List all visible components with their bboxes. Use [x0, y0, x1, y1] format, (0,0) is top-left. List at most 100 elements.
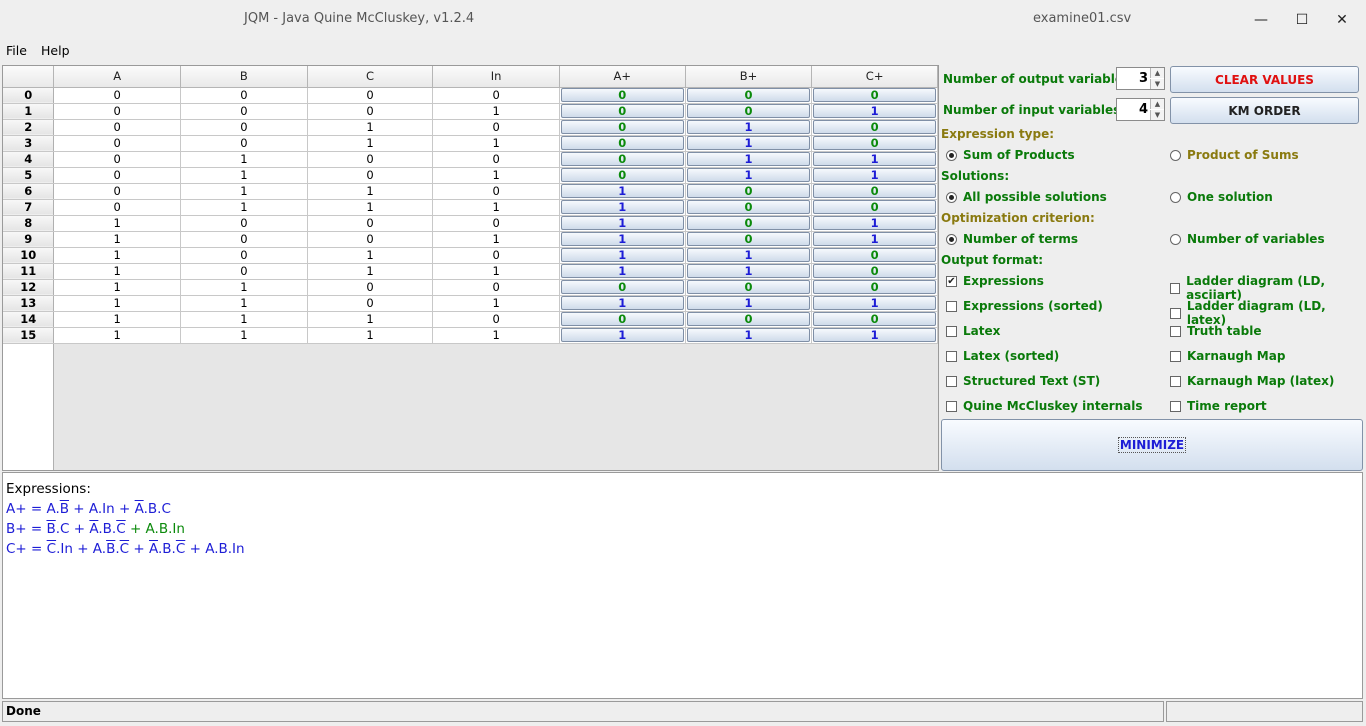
output-cell-bp[interactable]: 1	[685, 263, 813, 280]
check-latex[interactable]: Latex	[946, 324, 1000, 338]
table-row[interactable]: 70111100	[3, 199, 938, 216]
radio-number-of-terms[interactable]: Number of terms	[946, 232, 1078, 246]
spinner-down-icon[interactable]: ▼	[1150, 79, 1164, 89]
input-cell-in[interactable]: 0	[432, 183, 560, 200]
table-row[interactable]: 14 1 1 1 0 0 0 0	[3, 311, 938, 328]
close-window-icon[interactable]: ✕	[1331, 9, 1353, 31]
minimize-window-icon[interactable]: —	[1250, 9, 1272, 31]
input-cell-in[interactable]: 1	[432, 231, 560, 248]
output-cell-bp[interactable]: 0	[685, 87, 813, 104]
column-header-in[interactable]: In	[432, 66, 560, 88]
output-cell-ap[interactable]: 1	[559, 327, 686, 344]
table-row[interactable]: 10001001	[3, 103, 938, 120]
input-cell-b[interactable]: 1	[180, 327, 308, 344]
input-cell-in[interactable]: 0	[432, 215, 560, 232]
output-cell-cp[interactable]: 0	[811, 247, 938, 264]
input-cell-c[interactable]: 1	[307, 263, 434, 280]
output-cell-ap[interactable]: 0	[559, 119, 686, 136]
radio-sum-of-products[interactable]: Sum of Products	[946, 148, 1075, 162]
output-cell-ap[interactable]: 0	[559, 135, 686, 152]
input-cell-c[interactable]: 1	[307, 327, 434, 344]
output-cell-bp[interactable]: 1	[685, 295, 813, 312]
output-cell-bp[interactable]: 1	[685, 327, 813, 344]
output-cell-cp[interactable]: 0	[811, 263, 938, 280]
output-text-area[interactable]: Expressions: A+ = A.B + A.In + A.B.C B+ …	[2, 472, 1363, 699]
input-cell-b[interactable]: 1	[180, 151, 308, 168]
output-toggle-button[interactable]: 1	[686, 248, 811, 262]
output-toggle-button[interactable]: 1	[813, 168, 936, 182]
check-ladder-latex[interactable]: Ladder diagram (LD, latex)	[1170, 299, 1366, 327]
output-toggle-button[interactable]: 1	[560, 184, 684, 198]
input-cell-c[interactable]: 1	[307, 119, 434, 136]
output-cell-ap[interactable]: 0	[559, 311, 686, 328]
table-row[interactable]: 20010010	[3, 119, 938, 136]
output-toggle-button[interactable]: 1	[813, 216, 936, 230]
input-cell-c[interactable]: 0	[307, 151, 434, 168]
output-cell-cp[interactable]: 0	[811, 135, 938, 152]
input-cell-a[interactable]: 0	[53, 119, 182, 136]
check-karnaugh-map-latex[interactable]: Karnaugh Map (latex)	[1170, 374, 1334, 388]
output-toggle-button[interactable]: 0	[813, 184, 936, 198]
input-cell-in[interactable]: 1	[432, 199, 560, 216]
check-structured-text[interactable]: Structured Text (ST)	[946, 374, 1100, 388]
input-cell-a[interactable]: 0	[53, 135, 182, 152]
input-cell-b[interactable]: 0	[180, 87, 308, 104]
input-cell-c[interactable]: 1	[307, 311, 434, 328]
num-input-spinner[interactable]: 4 ▲ ▼	[1116, 98, 1165, 121]
km-order-button[interactable]: KM ORDER	[1170, 97, 1359, 124]
output-toggle-button[interactable]: 1	[813, 152, 936, 166]
check-time-report[interactable]: Time report	[1170, 399, 1267, 413]
num-output-spinner[interactable]: 3 ▲ ▼	[1116, 67, 1165, 90]
input-cell-c[interactable]: 0	[307, 279, 434, 296]
minimize-button[interactable]: MINIMIZE	[941, 419, 1363, 471]
menu-file[interactable]: File	[6, 43, 27, 58]
spinner-up-icon[interactable]: ▲	[1150, 99, 1164, 109]
check-expressions-sorted[interactable]: Expressions (sorted)	[946, 299, 1103, 313]
input-cell-a[interactable]: 1	[53, 279, 182, 296]
output-toggle-button[interactable]: 0	[813, 312, 936, 326]
output-toggle-button[interactable]: 0	[813, 120, 936, 134]
check-qm-internals[interactable]: Quine McCluskey internals	[946, 399, 1143, 413]
input-cell-in[interactable]: 0	[432, 87, 560, 104]
output-cell-cp[interactable]: 1	[811, 231, 938, 248]
output-cell-ap[interactable]: 1	[559, 183, 686, 200]
output-toggle-button[interactable]: 0	[560, 280, 684, 294]
output-cell-bp[interactable]: 0	[685, 103, 813, 120]
output-cell-ap[interactable]: 0	[559, 279, 686, 296]
output-toggle-button[interactable]: 0	[560, 104, 684, 118]
input-cell-b[interactable]: 1	[180, 279, 308, 296]
output-toggle-button[interactable]: 0	[686, 184, 811, 198]
input-cell-in[interactable]: 0	[432, 119, 560, 136]
output-toggle-button[interactable]: 0	[813, 88, 936, 102]
input-cell-a[interactable]: 0	[53, 167, 182, 184]
output-cell-bp[interactable]: 0	[685, 231, 813, 248]
table-row[interactable]: 11 1 0 1 1 1 1 0	[3, 263, 938, 280]
output-cell-ap[interactable]: 0	[559, 87, 686, 104]
input-cell-b[interactable]: 1	[180, 295, 308, 312]
output-toggle-button[interactable]: 0	[560, 152, 684, 166]
output-toggle-button[interactable]: 1	[560, 264, 684, 278]
output-toggle-button[interactable]: 0	[686, 200, 811, 214]
output-cell-bp[interactable]: 0	[685, 199, 813, 216]
output-cell-cp[interactable]: 0	[811, 279, 938, 296]
output-cell-ap[interactable]: 1	[559, 295, 686, 312]
input-cell-c[interactable]: 0	[307, 295, 434, 312]
output-toggle-button[interactable]: 0	[686, 88, 811, 102]
input-cell-b[interactable]: 1	[180, 167, 308, 184]
output-cell-bp[interactable]: 0	[685, 311, 813, 328]
maximize-window-icon[interactable]: ☐	[1291, 9, 1313, 31]
check-karnaugh-map[interactable]: Karnaugh Map	[1170, 349, 1285, 363]
input-cell-a[interactable]: 1	[53, 247, 182, 264]
input-cell-b[interactable]: 0	[180, 135, 308, 152]
input-cell-c[interactable]: 1	[307, 199, 434, 216]
table-row[interactable]: 15 1 1 1 1 1 1 1	[3, 327, 938, 344]
output-toggle-button[interactable]: 1	[686, 296, 811, 310]
table-row[interactable]: 40100011	[3, 151, 938, 168]
output-cell-ap[interactable]: 1	[559, 231, 686, 248]
output-cell-cp[interactable]: 1	[811, 103, 938, 120]
table-row[interactable]: 10 1 0 1 0 1 1 0	[3, 247, 938, 264]
output-toggle-button[interactable]: 0	[560, 136, 684, 150]
input-cell-c[interactable]: 0	[307, 87, 434, 104]
output-cell-bp[interactable]: 1	[685, 247, 813, 264]
output-cell-bp[interactable]: 1	[685, 167, 813, 184]
